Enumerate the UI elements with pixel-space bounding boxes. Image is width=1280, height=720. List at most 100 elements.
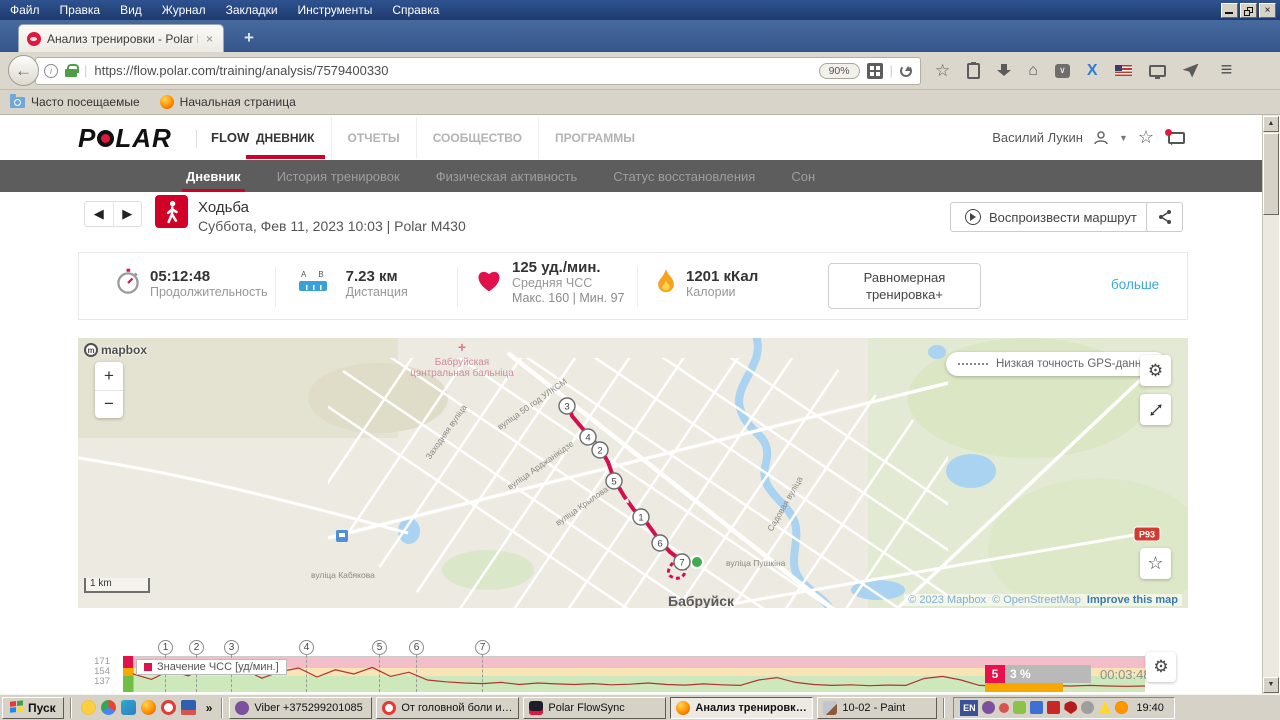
- map-settings-button[interactable]: ⚙: [1140, 355, 1171, 386]
- previous-session-button[interactable]: ◀: [85, 202, 114, 226]
- quicklaunch-chrome-icon[interactable]: [101, 700, 116, 715]
- route-map[interactable]: 3 4 2 5 1 6 7 + Бабруйская цэнтральная б…: [78, 338, 1188, 608]
- task-polar-flowsync[interactable]: Polar FlowSync: [523, 697, 666, 719]
- more-link[interactable]: больше: [1111, 277, 1159, 292]
- task-training-analysis[interactable]: Анализ тренировки ...: [670, 697, 813, 719]
- svg-text:+: +: [458, 339, 466, 355]
- subnav-training-history[interactable]: История тренировок: [277, 160, 400, 192]
- subnav-recovery-status[interactable]: Статус восстановления: [613, 160, 755, 192]
- subnav-diary[interactable]: Дневник: [186, 160, 241, 192]
- notifications-icon[interactable]: [1168, 132, 1185, 144]
- map-favorite-button[interactable]: ☆: [1140, 548, 1171, 579]
- scroll-thumb[interactable]: [1263, 133, 1279, 215]
- menu-view[interactable]: Вид: [120, 3, 142, 17]
- play-route-button[interactable]: Воспроизвести маршрут: [950, 202, 1152, 232]
- url-text[interactable]: https://flow.polar.com/training/analysis…: [94, 63, 811, 78]
- hamburger-menu-icon[interactable]: ≡: [1221, 59, 1233, 82]
- tray-shield-icon[interactable]: [1064, 701, 1077, 714]
- session-datetime: Суббота, Фев 11, 2023 10:03 | Polar M430: [198, 218, 466, 234]
- zoom-out-button[interactable]: −: [95, 391, 123, 419]
- walking-sport-icon: [155, 195, 188, 228]
- back-button[interactable]: ←: [8, 55, 39, 86]
- chevron-down-icon[interactable]: ▼: [1119, 133, 1128, 143]
- tray-red-app-icon[interactable]: [1047, 701, 1060, 714]
- next-session-button[interactable]: ▶: [114, 202, 142, 226]
- nav-diary[interactable]: ДНЕВНИК: [240, 117, 331, 159]
- task-opera-page[interactable]: От головной боли и ш...: [376, 697, 519, 719]
- task-label: 10-02 - Paint: [842, 702, 905, 714]
- tab-training-analysis[interactable]: Анализ тренировки - Polar F... ×: [18, 24, 224, 52]
- nav-community[interactable]: СООБЩЕСТВО: [416, 117, 538, 159]
- tray-viber-icon[interactable]: [982, 701, 995, 714]
- tray-gray-icon[interactable]: [1081, 701, 1094, 714]
- svg-text:7: 7: [679, 558, 684, 569]
- menu-history[interactable]: Журнал: [162, 3, 206, 17]
- tray-red-icon[interactable]: [999, 703, 1009, 713]
- quicklaunch-app-icon[interactable]: [121, 700, 136, 715]
- pocket-icon[interactable]: ∨: [1055, 64, 1070, 78]
- favorites-star-icon[interactable]: ☆: [1138, 127, 1154, 148]
- taskbar-clock[interactable]: 19:40: [1136, 702, 1164, 714]
- tray-blue-icon[interactable]: [1030, 701, 1043, 714]
- x-extension-icon[interactable]: X: [1087, 62, 1098, 80]
- reload-icon[interactable]: [900, 65, 912, 77]
- home-icon[interactable]: ⌂: [1028, 62, 1038, 80]
- zoom-in-button[interactable]: +: [95, 362, 123, 391]
- scroll-up-button[interactable]: ▲: [1263, 116, 1279, 132]
- hr-value: 125 уд./мин.: [512, 259, 626, 276]
- map-fullscreen-button[interactable]: [1140, 394, 1171, 425]
- tray-warning-icon[interactable]: [1098, 701, 1111, 714]
- send-tab-icon[interactable]: [1183, 64, 1199, 78]
- menu-file[interactable]: Файл: [10, 3, 40, 17]
- nav-reports[interactable]: ОТЧЕТЫ: [331, 117, 416, 159]
- task-paint[interactable]: 10-02 - Paint: [817, 697, 937, 719]
- stat-distance: AB 7.23 км Дистанция: [291, 268, 408, 300]
- zoom-level-badge[interactable]: 90%: [819, 63, 860, 79]
- chart-km-marker: 3: [224, 640, 239, 655]
- page-info-icon[interactable]: i: [44, 64, 58, 78]
- url-bar[interactable]: i | https://flow.polar.com/training/anal…: [35, 57, 921, 85]
- bookmark-frequently-visited[interactable]: Часто посещаемые: [10, 95, 140, 109]
- start-button[interactable]: Пуск: [2, 697, 64, 719]
- quicklaunch-firefox-icon[interactable]: [141, 700, 156, 715]
- quicklaunch-avira-icon[interactable]: [81, 700, 96, 715]
- page-scrollbar[interactable]: ▲ ▼: [1262, 115, 1279, 694]
- task-viber[interactable]: Viber +375299201085: [229, 697, 372, 719]
- quicklaunch-opera-icon[interactable]: [161, 700, 176, 715]
- nav-programs[interactable]: ПРОГРАММЫ: [538, 117, 651, 159]
- user-name[interactable]: Василий Лукин: [992, 130, 1083, 145]
- reading-list-icon[interactable]: [967, 63, 980, 79]
- quicklaunch-overflow-chevron[interactable]: »: [206, 701, 213, 715]
- tray-notepad-icon[interactable]: [1013, 701, 1026, 714]
- tiles-icon[interactable]: [867, 63, 883, 79]
- minimize-button[interactable]: [1221, 3, 1238, 18]
- attribution-improve-link[interactable]: Improve this map: [1087, 594, 1178, 606]
- tab-close-icon[interactable]: ×: [204, 32, 215, 46]
- chart-settings-button[interactable]: ⚙: [1146, 652, 1176, 682]
- subnav-physical-activity[interactable]: Физическая активность: [436, 160, 578, 192]
- menu-bookmarks[interactable]: Закладки: [226, 3, 278, 17]
- attribution-osm-link[interactable]: © OpenStreetMap: [992, 594, 1081, 606]
- downloads-icon[interactable]: [997, 64, 1011, 78]
- quicklaunch-save-icon[interactable]: [181, 700, 196, 715]
- menu-help[interactable]: Справка: [392, 3, 439, 17]
- language-indicator[interactable]: EN: [960, 700, 978, 716]
- menu-edit[interactable]: Правка: [60, 3, 101, 17]
- new-tab-button[interactable]: +: [236, 28, 262, 48]
- close-button[interactable]: ×: [1259, 3, 1276, 18]
- us-flag-icon[interactable]: [1115, 65, 1132, 76]
- lock-icon: [65, 64, 77, 77]
- mapbox-logo[interactable]: m mapbox: [84, 343, 147, 357]
- training-benefit-button[interactable]: Равномерная тренировка+: [828, 263, 981, 309]
- restore-button[interactable]: [1240, 3, 1257, 18]
- subnav-sleep[interactable]: Сон: [791, 160, 815, 192]
- bookmark-home-page[interactable]: Начальная страница: [160, 95, 296, 109]
- bookmark-star-icon[interactable]: ☆: [935, 61, 950, 81]
- polar-logo[interactable]: PLAR: [78, 123, 172, 154]
- menu-tools[interactable]: Инструменты: [298, 3, 373, 17]
- attribution-mapbox-link[interactable]: © 2023 Mapbox: [908, 594, 986, 606]
- scroll-down-button[interactable]: ▼: [1263, 677, 1279, 693]
- tray-orange-icon[interactable]: [1115, 701, 1128, 714]
- share-button[interactable]: [1146, 202, 1183, 232]
- screenshot-icon[interactable]: [1149, 65, 1166, 77]
